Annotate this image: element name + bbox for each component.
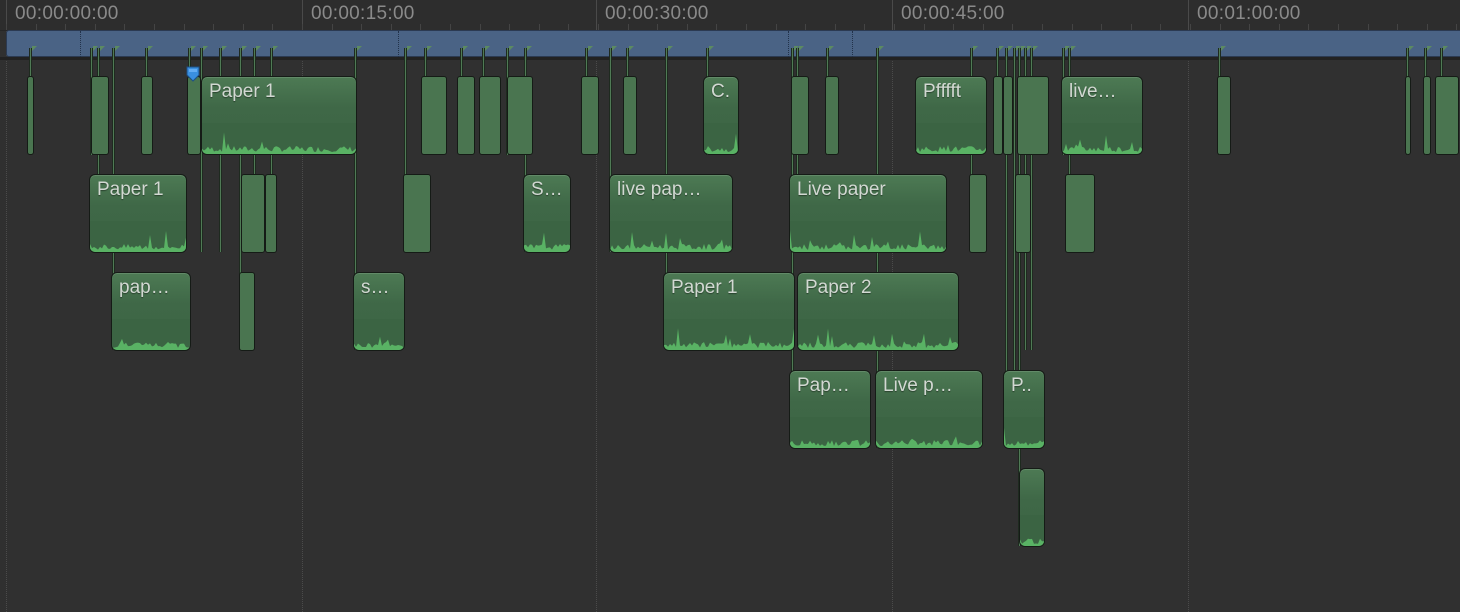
audio-clip[interactable]: Live p… xyxy=(875,370,983,449)
audio-waveform xyxy=(916,123,986,154)
gridline xyxy=(6,31,7,612)
audio-clip[interactable]: S… xyxy=(523,174,571,253)
short-audio-clip[interactable] xyxy=(1435,76,1459,155)
audio-clip[interactable]: Paper 1 xyxy=(663,272,795,351)
short-audio-clip[interactable] xyxy=(1017,76,1049,155)
playhead-marker-icon[interactable] xyxy=(186,66,200,82)
ruler-tick-label: 00:00:45:00 xyxy=(901,3,1005,24)
clip-name: Pap… xyxy=(797,375,850,396)
short-audio-clip[interactable] xyxy=(969,174,987,253)
audio-waveform xyxy=(90,221,186,252)
audio-clip[interactable]: Pfffft xyxy=(915,76,987,155)
gridline xyxy=(1188,31,1189,612)
clip-name: Paper 1 xyxy=(97,179,164,200)
short-audio-clip[interactable] xyxy=(91,76,109,155)
audio-waveform xyxy=(704,123,738,154)
short-audio-clip[interactable] xyxy=(457,76,475,155)
ruler-tick-label: 00:00:15:00 xyxy=(311,3,415,24)
clip-name: C. xyxy=(711,81,730,102)
clip-name: Paper 1 xyxy=(209,81,276,102)
short-audio-clip[interactable] xyxy=(993,76,1003,155)
audio-waveform xyxy=(790,417,870,448)
short-audio-clip[interactable] xyxy=(479,76,501,155)
short-audio-clip[interactable] xyxy=(27,76,34,155)
short-audio-clip[interactable] xyxy=(507,76,533,155)
clip-name: Paper 1 xyxy=(671,277,738,298)
clip-name: Pfffft xyxy=(923,81,962,102)
audio-clip[interactable]: live… xyxy=(1061,76,1143,155)
short-audio-clip[interactable] xyxy=(265,174,277,253)
short-audio-clip[interactable] xyxy=(825,76,839,155)
clip-name: S… xyxy=(531,179,563,200)
audio-clip[interactable]: Paper 2 xyxy=(797,272,959,351)
short-audio-clip[interactable] xyxy=(1065,174,1095,253)
audio-waveform xyxy=(202,123,356,154)
audio-waveform xyxy=(354,319,404,350)
clip-name: live… xyxy=(1069,81,1117,102)
clip-name: live pap… xyxy=(617,179,702,200)
clip-name: Paper 2 xyxy=(805,277,872,298)
timeline[interactable]: 00:00:00:00 00:00:15:00 00:00:30:00 00:0… xyxy=(0,0,1460,612)
audio-waveform xyxy=(876,417,982,448)
short-audio-clip[interactable] xyxy=(581,76,599,155)
audio-clip[interactable]: Paper 1 xyxy=(89,174,187,253)
audio-clip[interactable]: Live paper xyxy=(789,174,947,253)
audio-waveform xyxy=(610,221,732,252)
clip-name: Live p… xyxy=(883,375,953,396)
audio-waveform xyxy=(798,319,958,350)
audio-waveform xyxy=(1004,417,1044,448)
short-audio-clip[interactable] xyxy=(241,174,265,253)
timecode-ruler[interactable]: 00:00:00:00 00:00:15:00 00:00:30:00 00:0… xyxy=(0,0,1460,31)
clip-name: s… xyxy=(361,277,390,298)
short-audio-clip[interactable] xyxy=(1423,76,1431,155)
audio-clip[interactable]: live pap… xyxy=(609,174,733,253)
ruler-tick-label: 00:00:00:00 xyxy=(15,3,119,24)
audio-clip[interactable]: Pap… xyxy=(789,370,871,449)
audio-waveform xyxy=(790,221,946,252)
short-audio-clip[interactable] xyxy=(403,174,431,253)
short-audio-clip[interactable] xyxy=(1405,76,1411,155)
short-audio-clip[interactable] xyxy=(141,76,153,155)
ruler-tick-label: 00:00:30:00 xyxy=(605,3,709,24)
short-audio-clip[interactable] xyxy=(1015,174,1031,253)
short-audio-clip[interactable] xyxy=(1003,76,1013,155)
clip-name: P.. xyxy=(1011,375,1032,396)
audio-clip[interactable]: Paper 1 xyxy=(201,76,357,155)
audio-clip[interactable]: s… xyxy=(353,272,405,351)
short-audio-clip[interactable] xyxy=(239,272,255,351)
audio-clip[interactable]: C. xyxy=(703,76,739,155)
audio-waveform xyxy=(1062,123,1142,154)
audio-waveform xyxy=(664,319,794,350)
audio-waveform xyxy=(1020,515,1044,546)
audio-waveform xyxy=(524,221,570,252)
short-audio-clip[interactable] xyxy=(1217,76,1231,155)
audio-clip[interactable] xyxy=(1019,468,1045,547)
short-audio-clip[interactable] xyxy=(623,76,637,155)
clip-name: pap… xyxy=(119,277,170,298)
short-audio-clip[interactable] xyxy=(187,76,201,155)
audio-clip[interactable]: P.. xyxy=(1003,370,1045,449)
ruler-tick-label: 00:01:00:00 xyxy=(1197,3,1301,24)
audio-waveform xyxy=(112,319,190,350)
audio-clip[interactable]: pap… xyxy=(111,272,191,351)
short-audio-clip[interactable] xyxy=(791,76,809,155)
primary-storyline[interactable] xyxy=(6,30,1460,57)
clip-name: Live paper xyxy=(797,179,886,200)
short-audio-clip[interactable] xyxy=(421,76,447,155)
